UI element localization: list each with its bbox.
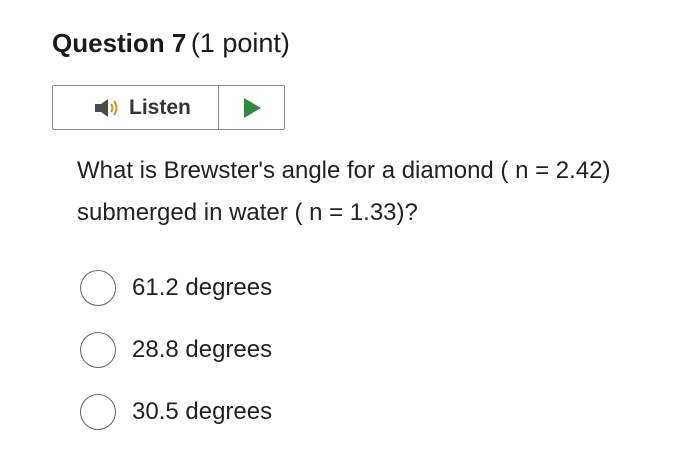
listen-label: Listen xyxy=(129,95,191,119)
answer-option[interactable]: 30.5 degrees xyxy=(80,392,272,432)
play-button[interactable] xyxy=(219,86,284,129)
answer-option[interactable]: 28.8 degrees xyxy=(80,330,272,370)
listen-widget: Listen xyxy=(52,85,285,130)
answer-option-label: 61.2 degrees xyxy=(132,274,273,301)
question-number: Question 7 xyxy=(52,28,187,58)
radio-button[interactable] xyxy=(80,394,116,430)
radio-button[interactable] xyxy=(80,270,116,306)
answer-option[interactable]: 61.2 degrees xyxy=(80,268,272,308)
answer-option-label: 28.8 degrees xyxy=(132,336,273,363)
radio-button[interactable] xyxy=(80,332,116,368)
question-text: What is Brewster's angle for a diamond (… xyxy=(77,157,611,226)
question-header: Question 7 (1 point) xyxy=(52,28,290,59)
answer-option-label: 30.5 degrees xyxy=(132,398,273,425)
listen-button[interactable]: Listen xyxy=(53,86,219,129)
answer-options: 61.2 degrees 28.8 degrees 30.5 degrees xyxy=(80,268,272,454)
speaker-icon xyxy=(93,96,123,120)
play-icon xyxy=(242,97,262,119)
question-points: (1 point) xyxy=(190,28,290,58)
